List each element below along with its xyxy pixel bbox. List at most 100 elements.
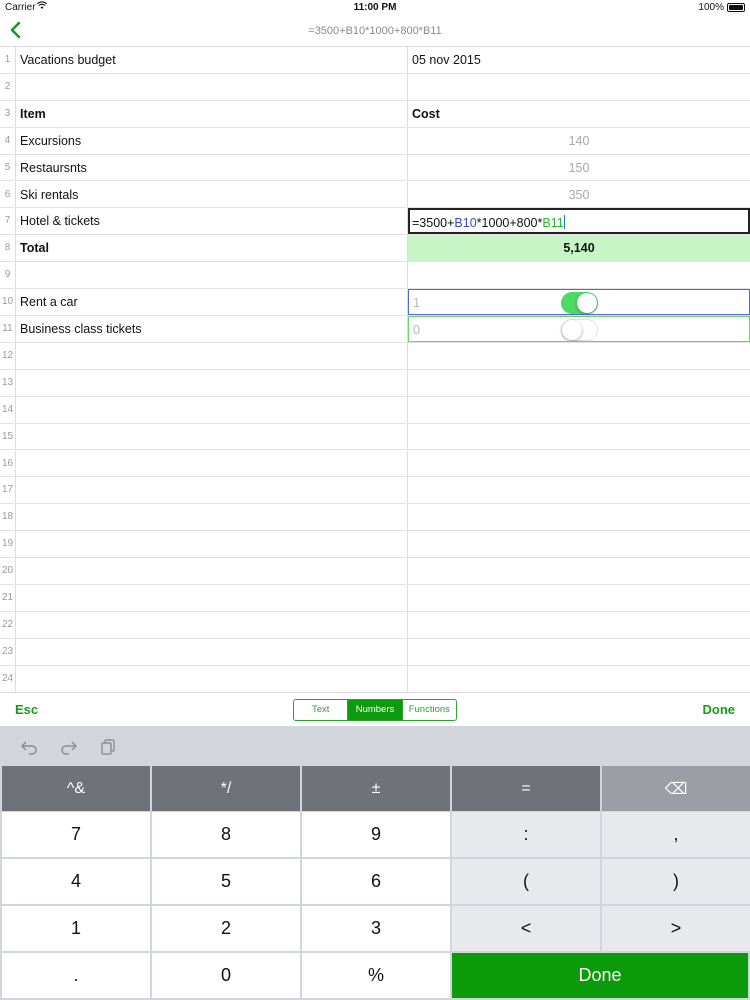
- row-number[interactable]: 20: [0, 558, 16, 584]
- row-number[interactable]: 15: [0, 423, 16, 450]
- row-number[interactable]: 2: [0, 73, 16, 100]
- cell-a[interactable]: [16, 73, 408, 100]
- esc-button[interactable]: Esc: [15, 702, 38, 717]
- key[interactable]: 8: [152, 812, 300, 857]
- cell-a[interactable]: [16, 396, 408, 423]
- row-number[interactable]: 11: [0, 316, 16, 342]
- row-number[interactable]: 8: [0, 235, 16, 262]
- cell-a[interactable]: Rent a car: [16, 289, 408, 315]
- key[interactable]: 2: [152, 906, 300, 951]
- operator-key[interactable]: =: [452, 766, 600, 811]
- key[interactable]: >: [602, 906, 750, 951]
- cell-a[interactable]: [16, 585, 408, 611]
- row-number[interactable]: 17: [0, 477, 16, 504]
- cell-b[interactable]: [408, 585, 750, 611]
- cell-a[interactable]: Ski rentals: [16, 181, 408, 208]
- cell-b[interactable]: [408, 343, 750, 369]
- row-number[interactable]: 3: [0, 100, 16, 127]
- cell-b[interactable]: [408, 477, 750, 503]
- redo-icon[interactable]: [60, 738, 78, 756]
- cell-a[interactable]: [16, 638, 408, 665]
- row-number[interactable]: 10: [0, 289, 16, 315]
- cell-b[interactable]: [408, 504, 750, 530]
- key[interactable]: ): [602, 859, 750, 904]
- cell-b[interactable]: 140: [408, 128, 750, 154]
- key[interactable]: :: [452, 812, 600, 857]
- key[interactable]: <: [452, 906, 600, 951]
- key[interactable]: 9: [302, 812, 450, 857]
- row-number[interactable]: 19: [0, 531, 16, 558]
- mode-numbers-tab[interactable]: Numbers: [348, 700, 403, 720]
- key[interactable]: ,: [602, 812, 750, 857]
- operator-key[interactable]: */: [152, 766, 300, 811]
- cell-b[interactable]: [408, 451, 750, 477]
- cell-b[interactable]: [408, 612, 750, 638]
- row-number[interactable]: 24: [0, 665, 16, 692]
- cell-a[interactable]: [16, 558, 408, 584]
- cell-a[interactable]: Business class tickets: [16, 316, 408, 342]
- cell-b[interactable]: [408, 424, 750, 450]
- key[interactable]: (: [452, 859, 600, 904]
- row-number[interactable]: 7: [0, 208, 16, 235]
- cell-b-editing-formula[interactable]: =3500+B10*1000+800*B11: [408, 208, 750, 235]
- total-cell[interactable]: 5,140: [408, 235, 750, 262]
- cell-a[interactable]: [16, 477, 408, 504]
- row-number[interactable]: 12: [0, 342, 16, 369]
- operator-key[interactable]: ^&: [2, 766, 150, 811]
- row-number[interactable]: 5: [0, 154, 16, 181]
- key[interactable]: %: [302, 953, 450, 998]
- key[interactable]: 0: [152, 953, 300, 998]
- row-number[interactable]: 23: [0, 638, 16, 665]
- key[interactable]: 4: [2, 859, 150, 904]
- row-number[interactable]: 6: [0, 181, 16, 208]
- row-number[interactable]: 4: [0, 127, 16, 154]
- cell-a[interactable]: [16, 611, 408, 638]
- cell-a[interactable]: [16, 342, 408, 369]
- cell-a[interactable]: [16, 531, 408, 558]
- row-number[interactable]: 1: [0, 47, 16, 73]
- row-number[interactable]: 13: [0, 369, 16, 396]
- cell-a[interactable]: Excursions: [16, 127, 408, 154]
- backspace-key[interactable]: ⌫: [602, 766, 750, 811]
- row-number[interactable]: 16: [0, 450, 16, 477]
- cell-b[interactable]: [408, 397, 750, 423]
- business-class-toggle[interactable]: [561, 319, 598, 341]
- row-number[interactable]: 14: [0, 396, 16, 423]
- cell-a[interactable]: Hotel & tickets: [16, 208, 408, 235]
- cell-a[interactable]: Restaursnts: [16, 154, 408, 181]
- key[interactable]: 7: [2, 812, 150, 857]
- cell-a[interactable]: Item: [16, 100, 408, 127]
- cell-a[interactable]: [16, 369, 408, 396]
- cell-b[interactable]: [408, 558, 750, 584]
- key[interactable]: 5: [152, 859, 300, 904]
- cell-a[interactable]: Total: [16, 235, 408, 262]
- key[interactable]: 6: [302, 859, 450, 904]
- cell-b[interactable]: [408, 74, 750, 100]
- row-number[interactable]: 9: [0, 262, 16, 289]
- cell-a[interactable]: Vacations budget: [16, 47, 408, 73]
- cell-b[interactable]: [408, 639, 750, 665]
- row-number[interactable]: 18: [0, 504, 16, 531]
- cell-b[interactable]: Cost: [408, 101, 750, 127]
- done-button[interactable]: Done: [703, 702, 736, 717]
- mode-functions-tab[interactable]: Functions: [402, 700, 456, 720]
- rent-car-toggle[interactable]: [561, 292, 598, 314]
- cell-a[interactable]: [16, 262, 408, 289]
- cell-b[interactable]: 150: [408, 155, 750, 181]
- cell-b[interactable]: [408, 666, 750, 692]
- operator-key[interactable]: ±: [302, 766, 450, 811]
- undo-icon[interactable]: [20, 738, 38, 756]
- cell-b[interactable]: [408, 370, 750, 396]
- key[interactable]: .: [2, 953, 150, 998]
- cell-b[interactable]: 0: [408, 316, 750, 342]
- cell-b[interactable]: 05 nov 2015: [408, 47, 750, 73]
- key[interactable]: 1: [2, 906, 150, 951]
- cell-b[interactable]: 1: [408, 289, 750, 315]
- cell-a[interactable]: [16, 504, 408, 531]
- cell-a[interactable]: [16, 665, 408, 692]
- row-number[interactable]: 21: [0, 585, 16, 611]
- cell-a[interactable]: [16, 450, 408, 477]
- keyboard-done-button[interactable]: Done: [452, 953, 748, 998]
- row-number[interactable]: 22: [0, 611, 16, 638]
- cell-b[interactable]: [408, 262, 750, 288]
